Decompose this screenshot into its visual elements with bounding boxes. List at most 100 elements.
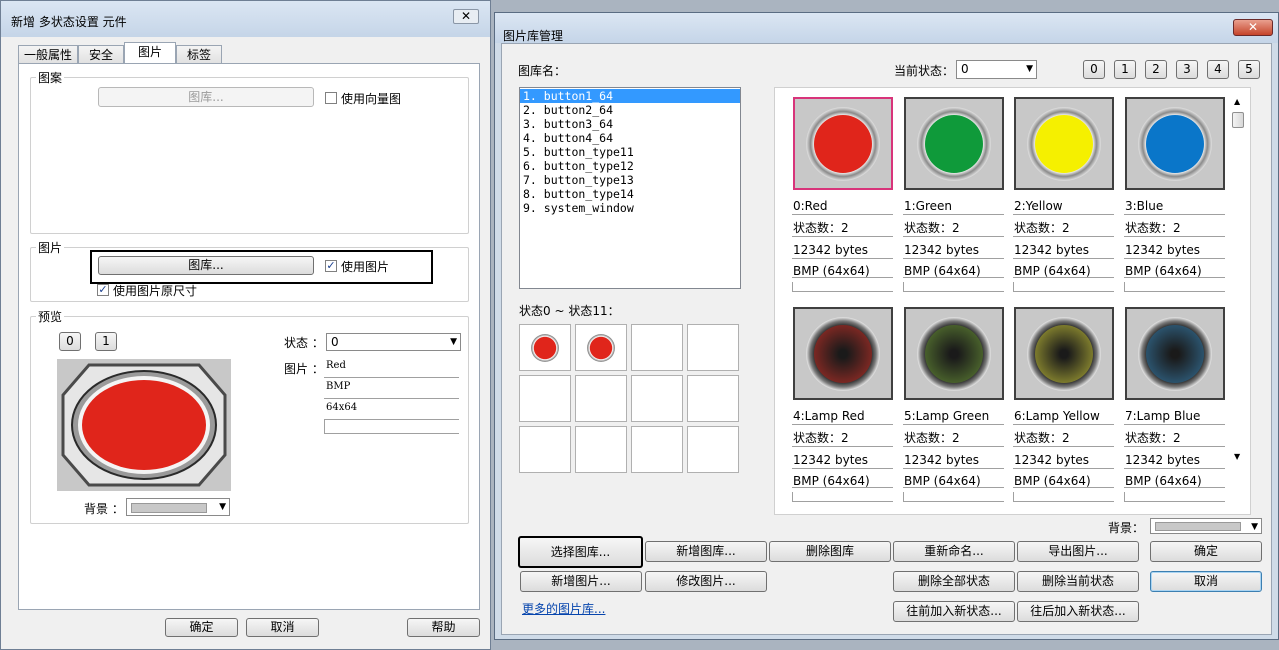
- image-name: 6:Lamp Yellow: [1013, 408, 1114, 425]
- scroll-thumb[interactable]: [1232, 112, 1244, 128]
- delete-all-states-button[interactable]: 删除全部状态: [893, 571, 1015, 592]
- image-thumb[interactable]: [1125, 307, 1225, 400]
- list-item[interactable]: 4. button4_64: [520, 131, 740, 145]
- state-cell[interactable]: [575, 375, 627, 422]
- right-background-select[interactable]: ▼: [1150, 518, 1262, 534]
- image-thumb[interactable]: [793, 307, 893, 400]
- edit-image-button[interactable]: 修改图片...: [645, 571, 767, 592]
- list-item[interactable]: 2. button2_64: [520, 103, 740, 117]
- image-library-button[interactable]: 图库...: [98, 256, 314, 275]
- right-body: 图库名： 当前状态： 0 ▼ 0 1 2 3 4 5 1. button1_64 …: [501, 43, 1272, 635]
- tab-image[interactable]: 图片: [124, 42, 176, 64]
- list-item[interactable]: 8. button_type14: [520, 187, 740, 201]
- right-ok-button[interactable]: 确定: [1150, 541, 1262, 562]
- close-button[interactable]: ✕: [453, 9, 479, 24]
- select-library-button[interactable]: 选择图库...: [518, 536, 643, 568]
- image-name-field: Red: [324, 358, 459, 378]
- chevron-down-icon: ▼: [219, 502, 226, 512]
- image-name: 3:Blue: [1124, 198, 1225, 215]
- insert-after-state-button[interactable]: 往后加入新状态...: [1017, 601, 1139, 622]
- right-cancel-button[interactable]: 取消: [1150, 571, 1262, 592]
- state-cell[interactable]: [519, 324, 571, 371]
- state-button-0[interactable]: 0: [1083, 60, 1105, 79]
- state-cell[interactable]: [575, 324, 627, 371]
- image-extra: [1124, 282, 1225, 292]
- tab-panel: 图案 图库... 使用向量图 图片 图库... ✓ 使用图片 ✓ 使用图片原尺寸…: [18, 63, 480, 610]
- image-format: BMP (64x64): [1124, 263, 1225, 278]
- state-button-1[interactable]: 1: [1114, 60, 1136, 79]
- chevron-down-icon: ▼: [1251, 522, 1258, 532]
- image-thumb[interactable]: [1125, 97, 1225, 190]
- new-library-button[interactable]: 新增图库...: [645, 541, 767, 562]
- left-title-bar: 新增 多状态设置 元件 ✕: [1, 1, 490, 37]
- use-vector-checkbox[interactable]: [325, 92, 337, 104]
- image-thumb[interactable]: [1014, 97, 1114, 190]
- image-thumb[interactable]: [904, 307, 1004, 400]
- use-image-checkbox[interactable]: ✓: [325, 260, 337, 272]
- grid-scrollbar[interactable]: ▲ ▼: [1231, 97, 1245, 464]
- state-cell[interactable]: [687, 324, 739, 371]
- image-bytes: 12342 bytes: [1124, 452, 1225, 469]
- export-image-button[interactable]: 导出图片...: [1017, 541, 1139, 562]
- state-button-4[interactable]: 4: [1207, 60, 1229, 79]
- new-image-button[interactable]: 新增图片...: [520, 571, 642, 592]
- image-bytes: 12342 bytes: [792, 242, 893, 259]
- insert-before-state-button[interactable]: 往前加入新状态...: [893, 601, 1015, 622]
- chevron-down-icon: ▼: [1026, 64, 1033, 74]
- library-name-label: 图库名：: [518, 64, 567, 78]
- image-states: 状态数：2: [792, 220, 893, 237]
- right-close-button[interactable]: ✕: [1233, 19, 1273, 36]
- delete-library-button[interactable]: 删除图库: [769, 541, 891, 562]
- list-item[interactable]: 3. button3_64: [520, 117, 740, 131]
- tab-security[interactable]: 安全: [78, 45, 124, 64]
- state-button-3[interactable]: 3: [1176, 60, 1198, 79]
- left-help-button[interactable]: 帮助: [407, 618, 480, 637]
- use-image-label: 使用图片: [341, 260, 390, 274]
- background-label: 背景 ：: [84, 502, 124, 516]
- tab-general[interactable]: 一般属性: [18, 45, 78, 64]
- image-bytes: 12342 bytes: [792, 452, 893, 469]
- background-select[interactable]: ▼: [126, 498, 230, 516]
- list-item[interactable]: 6. button_type12: [520, 159, 740, 173]
- preview-state-0-button[interactable]: 0: [59, 332, 81, 351]
- state-button-5[interactable]: 5: [1238, 60, 1260, 79]
- scroll-down-icon[interactable]: ▼: [1234, 452, 1240, 461]
- preview-group-label: 预览: [36, 308, 65, 325]
- more-libraries-link[interactable]: 更多的图片库...: [522, 600, 605, 617]
- list-item[interactable]: 5. button_type11: [520, 145, 740, 159]
- current-state-select[interactable]: 0 ▼: [956, 60, 1037, 79]
- states-range-label: 状态0 ~ 状态11：: [519, 304, 620, 318]
- state-cell[interactable]: [519, 375, 571, 422]
- image-grid-panel: 0:Red 状态数：2 12342 bytes BMP (64x64) 1:Gr…: [774, 87, 1251, 515]
- state-cell[interactable]: [631, 324, 683, 371]
- pattern-library-button[interactable]: 图库...: [98, 87, 314, 107]
- image-thumb[interactable]: [904, 97, 1004, 190]
- state-cell[interactable]: [519, 426, 571, 473]
- image-format: BMP (64x64): [792, 473, 893, 488]
- image-extra: [1013, 282, 1114, 292]
- state-cell[interactable]: [687, 426, 739, 473]
- rename-button[interactable]: 重新命名...: [893, 541, 1015, 562]
- state-select[interactable]: 0 ▼: [326, 333, 461, 351]
- state-cell[interactable]: [575, 426, 627, 473]
- left-dialog-title: 新增 多状态设置 元件: [11, 15, 127, 29]
- state-cell[interactable]: [631, 375, 683, 422]
- tab-label[interactable]: 标签: [176, 45, 222, 64]
- left-ok-button[interactable]: 确定: [165, 618, 238, 637]
- use-original-size-checkbox[interactable]: ✓: [97, 284, 109, 296]
- preview-state-1-button[interactable]: 1: [95, 332, 117, 351]
- lamp-image-icon: [1027, 316, 1101, 391]
- left-cancel-button[interactable]: 取消: [246, 618, 319, 637]
- image-thumb[interactable]: [793, 97, 893, 190]
- list-item[interactable]: 1. button1_64: [520, 89, 740, 103]
- state-cell[interactable]: [687, 375, 739, 422]
- list-item[interactable]: 9. system_window: [520, 201, 740, 215]
- state-cell[interactable]: [631, 426, 683, 473]
- delete-current-state-button[interactable]: 删除当前状态: [1017, 571, 1139, 592]
- state-button-2[interactable]: 2: [1145, 60, 1167, 79]
- list-item[interactable]: 7. button_type13: [520, 173, 740, 187]
- scroll-up-icon[interactable]: ▲: [1234, 97, 1240, 106]
- library-list[interactable]: 1. button1_64 2. button2_64 3. button3_6…: [519, 87, 741, 289]
- image-bytes: 12342 bytes: [1124, 242, 1225, 259]
- image-thumb[interactable]: [1014, 307, 1114, 400]
